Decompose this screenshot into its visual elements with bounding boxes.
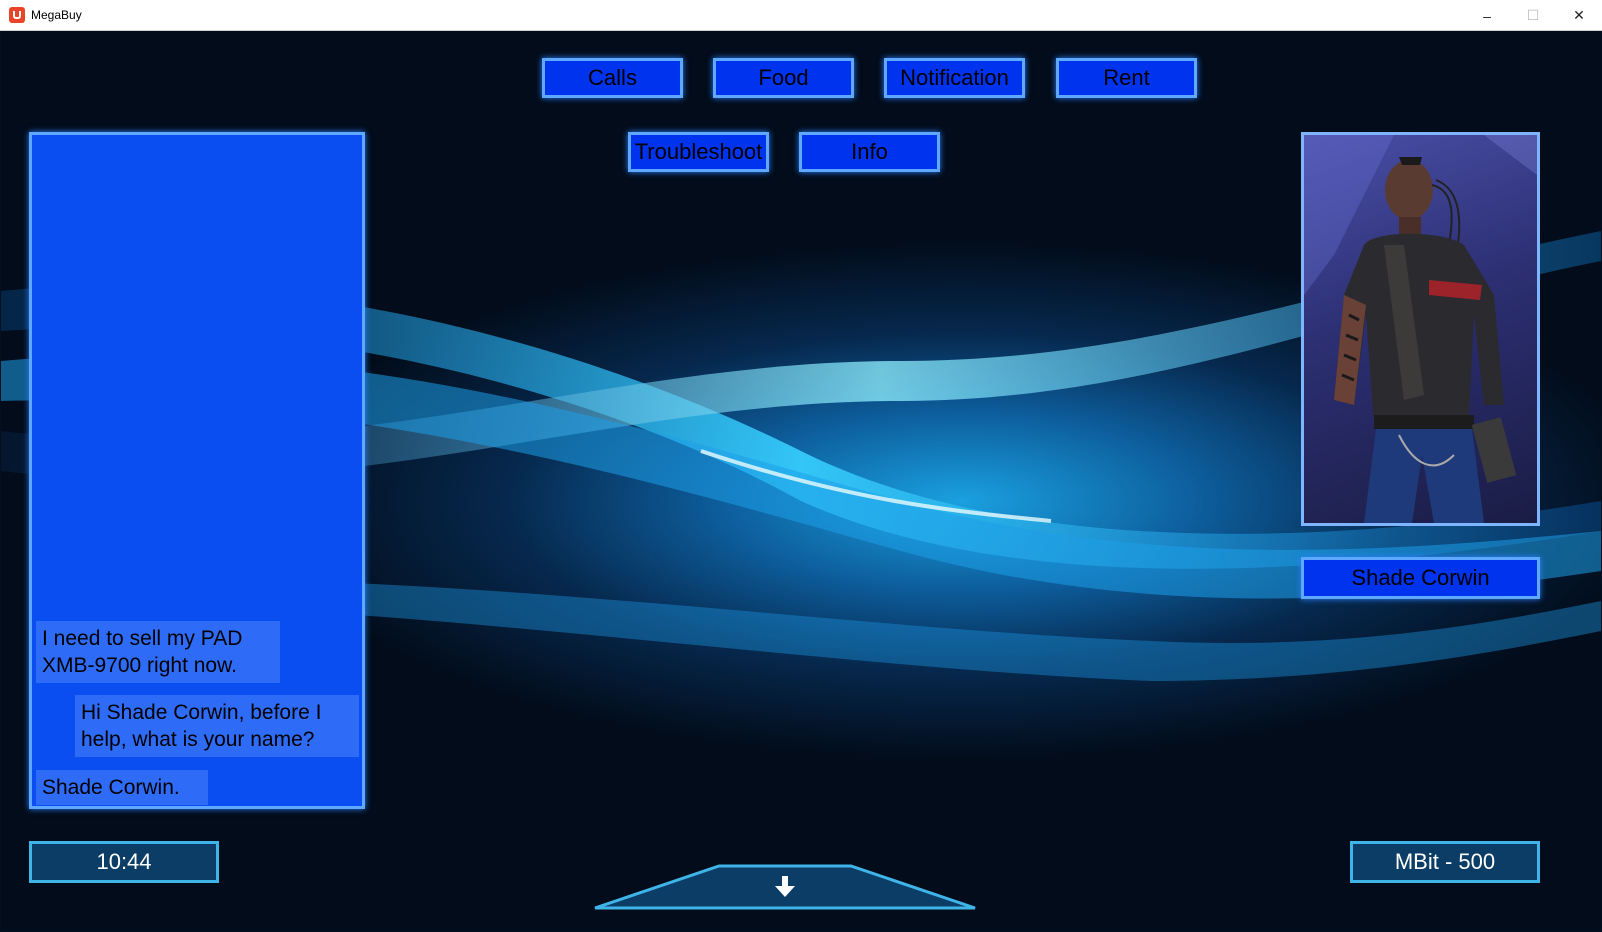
notification-button[interactable]: Notification — [884, 58, 1025, 98]
window-titlebar: MegaBuy – ☐ ✕ — [0, 0, 1602, 31]
clock-display: 10:44 — [29, 841, 219, 883]
chat-message-agent: Hi Shade Corwin, before I help, what is … — [75, 695, 359, 757]
contact-portrait — [1301, 132, 1540, 526]
food-button[interactable]: Food — [713, 58, 854, 98]
balance-display: MBit - 500 — [1350, 841, 1540, 883]
minimize-button[interactable]: – — [1464, 0, 1510, 31]
info-button[interactable]: Info — [799, 132, 940, 172]
calls-button[interactable]: Calls — [542, 58, 683, 98]
chat-message-line: Shade Corwin. — [42, 776, 180, 799]
game-viewport: Calls Food Notification Rent Troubleshoo… — [1, 31, 1601, 931]
chat-panel: I need to sell my PAD XMB-9700 right now… — [29, 132, 365, 809]
chat-message-user: I need to sell my PAD XMB-9700 right now… — [36, 621, 280, 683]
close-button[interactable]: ✕ — [1556, 0, 1602, 31]
app-logo-icon — [9, 7, 25, 23]
contact-name-button[interactable]: Shade Corwin — [1301, 557, 1540, 599]
chat-message-line: help, what is your name? — [81, 728, 315, 751]
chat-message-line: Hi Shade Corwin, before I — [81, 701, 322, 724]
chat-message-line: XMB-9700 right now. — [42, 654, 237, 677]
character-avatar — [1304, 135, 1537, 523]
drawer-toggle-button[interactable] — [593, 864, 977, 910]
chat-message-user: Shade Corwin. — [36, 770, 208, 805]
troubleshoot-button[interactable]: Troubleshoot — [628, 132, 769, 172]
rent-button[interactable]: Rent — [1056, 58, 1197, 98]
window-controls: – ☐ ✕ — [1464, 0, 1602, 31]
window-title: MegaBuy — [31, 8, 82, 22]
chat-message-line: I need to sell my PAD — [42, 627, 243, 650]
maximize-button[interactable]: ☐ — [1510, 0, 1556, 31]
